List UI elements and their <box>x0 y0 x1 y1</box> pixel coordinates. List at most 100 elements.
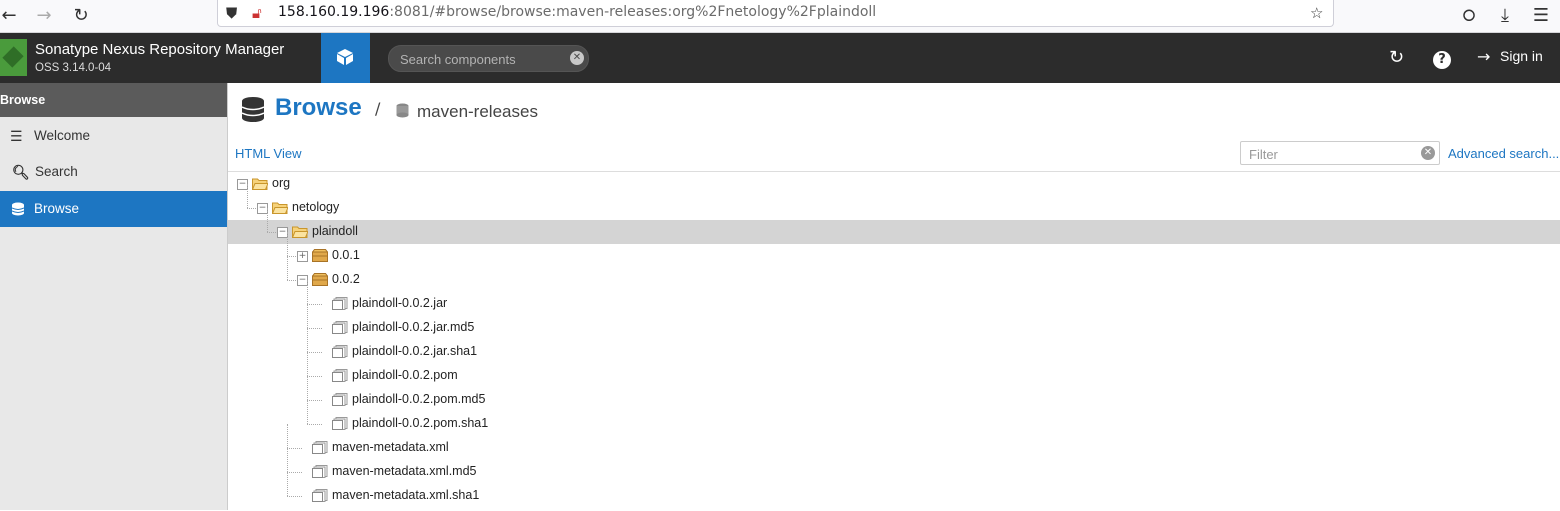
downloads-icon[interactable]: ⤓ <box>1492 3 1518 29</box>
tree-row[interactable]: plaindoll-0.0.2.pom <box>228 352 1560 388</box>
file-icon <box>332 321 348 334</box>
tree-connector <box>287 448 288 472</box>
breadcrumb-separator: / <box>375 99 381 118</box>
app-name: Sonatype Nexus Repository Manager <box>35 41 285 58</box>
sidebar-heading: Browse <box>0 83 227 117</box>
file-icon <box>332 369 348 382</box>
tree-connector <box>287 232 288 256</box>
sidebar-item-welcome[interactable]: ☰ Welcome <box>0 118 227 154</box>
list-icon: ☰ <box>10 128 23 144</box>
tree-connector <box>307 424 322 425</box>
url-text[interactable]: 158.160.19.196:8081/#browse/browse:maven… <box>278 4 876 20</box>
search-components-input[interactable] <box>398 49 562 69</box>
tree-row[interactable]: maven-metadata.xml.md5 <box>228 448 1560 484</box>
tree-connector <box>307 352 308 376</box>
advanced-search-link[interactable]: Advanced search... <box>1448 146 1559 161</box>
help-icon[interactable]: ? <box>1433 47 1451 69</box>
tree-connector <box>287 472 288 496</box>
filter-box: ✕ <box>1240 141 1440 165</box>
tree-connector <box>267 208 268 232</box>
tree-node-label[interactable]: plaindoll-0.0.2.pom.sha1 <box>352 416 488 430</box>
search-components: ✕ <box>388 45 589 72</box>
menu-icon[interactable]: ☰ <box>1528 3 1554 29</box>
tree-node-label[interactable]: plaindoll-0.0.2.pom.md5 <box>352 392 485 406</box>
folder-open-icon <box>252 178 268 190</box>
file-icon <box>332 393 348 406</box>
tree-node-label[interactable]: maven-metadata.xml.md5 <box>332 464 477 478</box>
filter-input[interactable] <box>1247 144 1411 164</box>
tree-row[interactable]: plaindoll-0.0.2.jar.md5 <box>228 304 1560 340</box>
tree-connector <box>307 400 308 424</box>
forward-icon[interactable]: → <box>31 3 57 29</box>
browser-toolbar: ← → ↻ ⛊ 🔓︎ 158.160.19.196:8081/#browse/b… <box>0 0 1560 33</box>
refresh-icon[interactable]: ↻ <box>1389 47 1404 68</box>
tree-connector <box>287 424 288 448</box>
tree-row[interactable]: − netology <box>228 184 1560 220</box>
tree-row[interactable]: plaindoll-0.0.2.pom.sha1 <box>228 400 1560 436</box>
tree-node-label[interactable]: 0.0.2 <box>332 272 360 286</box>
url-path: :8081/#browse/browse:maven-releases:org%… <box>389 4 877 20</box>
tree-connector <box>307 328 322 329</box>
clear-search-icon[interactable]: ✕ <box>570 51 584 65</box>
url-host: 158.160.19.196 <box>278 4 390 20</box>
file-icon <box>332 345 348 358</box>
tree-connector <box>307 328 308 352</box>
tree-connector <box>287 472 302 473</box>
tree-node-label[interactable]: netology <box>292 200 339 214</box>
search-icon: 🔍︎ <box>12 164 30 180</box>
tree-connector <box>287 256 288 280</box>
cube-icon <box>337 49 353 65</box>
database-icon <box>242 97 264 122</box>
back-icon[interactable]: ← <box>0 3 22 29</box>
sidebar-item-label: Browse <box>34 201 80 216</box>
sidebar-item-browse[interactable]: Browse <box>0 191 227 227</box>
app-header: Sonatype Nexus Repository Manager OSS 3.… <box>0 33 1560 83</box>
tree-row[interactable]: plaindoll-0.0.2.jar <box>228 280 1560 316</box>
tree-connector <box>307 352 322 353</box>
file-icon <box>312 465 328 478</box>
browse-mode-button[interactable] <box>321 33 370 83</box>
tree-row[interactable]: plaindoll-0.0.2.pom.md5 <box>228 376 1560 412</box>
tree-node-label[interactable]: plaindoll-0.0.2.pom <box>352 368 458 382</box>
tree-row[interactable]: maven-metadata.xml.sha1 <box>228 472 1560 508</box>
shield-icon[interactable]: ⛊ <box>226 4 237 22</box>
tree-connector <box>307 304 308 328</box>
tree-row[interactable]: −0.0.2 <box>228 256 1560 292</box>
tree-node-label[interactable]: 0.0.1 <box>332 248 360 262</box>
breadcrumb-repository: maven-releases <box>417 102 538 121</box>
app-version: OSS 3.14.0-04 <box>35 62 112 74</box>
tree-connector <box>307 280 308 304</box>
tree-node-label[interactable]: plaindoll-0.0.2.jar <box>352 296 447 310</box>
tree-row[interactable]: − plaindoll <box>228 208 1560 244</box>
html-view-link[interactable]: HTML View <box>235 146 301 161</box>
tree-node-label[interactable]: plaindoll-0.0.2.jar.sha1 <box>352 344 477 358</box>
tree-node-label[interactable]: org <box>272 176 290 190</box>
tree-node-label[interactable]: maven-metadata.xml <box>332 440 449 454</box>
file-icon <box>332 297 348 310</box>
pocket-icon[interactable]: ⭘ <box>1456 3 1482 29</box>
bookmark-star-icon[interactable]: ☆ <box>1310 4 1323 22</box>
tree-node-label[interactable]: maven-metadata.xml.sha1 <box>332 488 479 502</box>
page-title[interactable]: Browse <box>275 94 362 122</box>
sign-in-link[interactable]: Sign in <box>1500 48 1543 64</box>
tree-connector <box>287 448 302 449</box>
sidebar: Browse ☰ Welcome 🔍︎ Search Browse <box>0 83 228 510</box>
tree-node-label[interactable]: plaindoll-0.0.2.jar.md5 <box>352 320 474 334</box>
nexus-logo[interactable] <box>0 39 27 76</box>
insecure-lock-icon[interactable]: 🔓︎ <box>252 4 262 22</box>
file-icon <box>332 417 348 430</box>
tree-row[interactable]: maven-metadata.xml <box>228 424 1560 460</box>
tree-row[interactable]: plaindoll-0.0.2.jar.sha1 <box>228 328 1560 364</box>
tree-connector <box>247 184 248 208</box>
url-bar[interactable]: ⛊ 🔓︎ 158.160.19.196:8081/#browse/browse:… <box>217 0 1334 27</box>
clear-filter-icon[interactable]: ✕ <box>1421 146 1435 160</box>
sidebar-item-search[interactable]: 🔍︎ Search <box>0 154 227 190</box>
tree-connector <box>307 376 322 377</box>
tree-row[interactable]: +0.0.1 <box>228 232 1560 268</box>
sidebar-item-label: Welcome <box>34 128 91 143</box>
reload-icon[interactable]: ↻ <box>68 3 94 29</box>
tree-row[interactable]: − org <box>228 172 1560 196</box>
expand-icon[interactable]: + <box>297 251 308 262</box>
tree-node-label[interactable]: plaindoll <box>312 224 358 238</box>
sign-in-icon[interactable]: → <box>1477 47 1490 66</box>
